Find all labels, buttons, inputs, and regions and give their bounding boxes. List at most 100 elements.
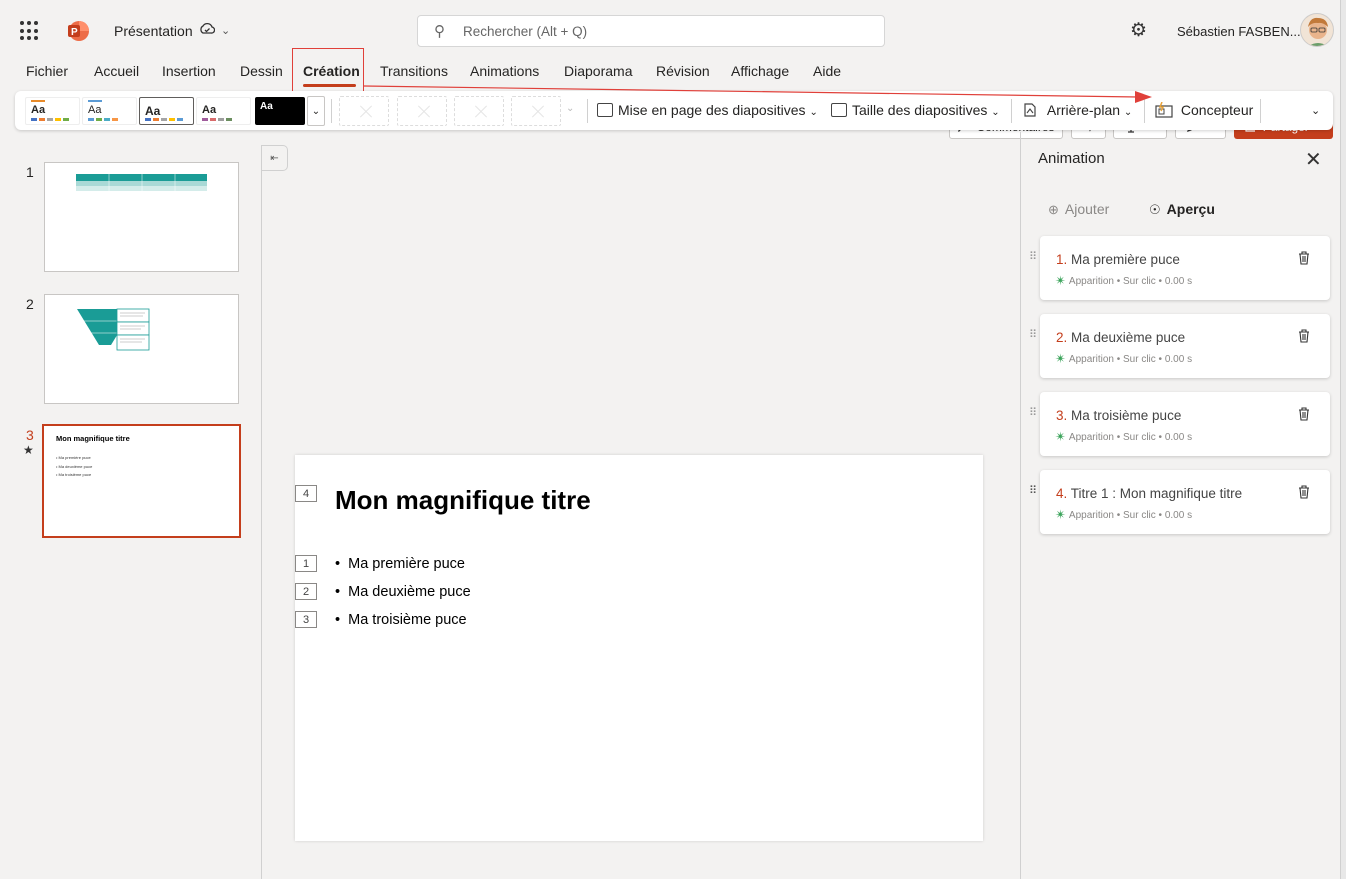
drag-handle-icon[interactable]: ⠿ [1029, 486, 1037, 497]
slide-canvas[interactable]: 4 Mon magnifique titre 1 • Ma première p… [295, 455, 983, 841]
user-name[interactable]: Sébastien FASBEN... [1177, 24, 1301, 39]
thumbnail-number: 2 [26, 296, 34, 312]
divider [1260, 99, 1261, 123]
preview-button[interactable]: ☉ Aperçu [1149, 201, 1215, 218]
avatar[interactable] [1300, 13, 1334, 47]
animation-meta: ✴ Apparition • Sur clic • 0.00 s [1055, 429, 1193, 444]
tab-affichage[interactable]: Affichage [731, 63, 789, 79]
slide-thumbnails: 1 2 3 ★ Mon magnifique titre • Ma premiè… [0, 132, 262, 879]
themes-more-button[interactable]: ⌄ [307, 96, 325, 126]
tab-fichier[interactable]: Fichier [26, 63, 68, 79]
slide-layout-button[interactable]: Mise en page des diapositives ⌄ [597, 102, 818, 118]
animation-card[interactable]: ⠿ 3. Ma troisième puce ✴ Apparition • Sur… [1029, 392, 1330, 456]
slide-thumbnail-3[interactable]: Mon magnifique titre • Ma première puce … [42, 424, 241, 538]
tab-dessin[interactable]: Dessin [240, 63, 283, 79]
designer-button[interactable]: Concepteur [1155, 101, 1254, 118]
delete-icon[interactable] [1298, 407, 1310, 421]
chevron-down-icon: ⌄ [809, 107, 818, 118]
tab-transitions[interactable]: Transitions [380, 63, 448, 79]
appear-effect-icon: ✴ [1055, 507, 1066, 522]
designer-icon [1155, 101, 1177, 118]
thumbnail-title: Mon magnifique titre [56, 434, 130, 443]
app-launcher-icon[interactable] [20, 21, 40, 41]
divider [1011, 99, 1012, 123]
theme-option[interactable]: Aa [196, 97, 251, 125]
thumbnail-bullets: • Ma première puce • Ma deuxième puce • … [56, 455, 93, 477]
table-graphic [76, 174, 207, 191]
theme-option[interactable]: Aa [25, 97, 80, 125]
divider [587, 99, 588, 123]
design-variant-slot [454, 96, 504, 126]
close-icon[interactable]: ✕ [1305, 147, 1322, 172]
chevron-down-icon: ⌄ [566, 103, 575, 114]
tab-aide[interactable]: Aide [813, 63, 841, 79]
tab-diaporama[interactable]: Diaporama [564, 63, 632, 79]
theme-option-selected[interactable]: Aa [139, 97, 194, 125]
animation-card[interactable]: ⠿ 1. Ma première puce ✴ Apparition • Sur … [1029, 236, 1330, 300]
animation-card[interactable]: ⠿ 4. Titre 1 : Mon magnifique titre ✴ App… [1029, 470, 1330, 534]
appear-effect-icon: ✴ [1055, 429, 1066, 444]
theme-label: Aa [260, 101, 273, 112]
slide-thumbnail-2[interactable] [44, 294, 239, 404]
search-icon: ⚲ [434, 23, 445, 40]
thumbnail-number: 1 [26, 164, 34, 180]
animation-label: 1. Ma première puce [1056, 252, 1180, 267]
design-variant-slot [339, 96, 389, 126]
add-circle-icon: ⊕ [1048, 202, 1059, 217]
powerpoint-logo-icon: P [68, 21, 89, 41]
theme-option[interactable]: Aa [255, 97, 305, 125]
divider [1144, 99, 1145, 123]
animation-order-tag[interactable]: 1 [295, 555, 317, 572]
tab-accueil[interactable]: Accueil [94, 63, 139, 79]
delete-icon[interactable] [1298, 251, 1310, 265]
document-title[interactable]: Présentation [114, 23, 193, 39]
chevron-down-icon: ⌄ [1123, 107, 1133, 118]
drag-handle-icon[interactable]: ⠿ [1029, 330, 1037, 341]
collapse-icon: ⇤ [270, 152, 279, 164]
tab-insertion[interactable]: Insertion [162, 63, 216, 79]
delete-icon[interactable] [1298, 485, 1310, 499]
tab-animations[interactable]: Animations [470, 63, 539, 79]
animation-order-tag[interactable]: 2 [295, 583, 317, 600]
animation-order-tag[interactable]: 3 [295, 611, 317, 628]
animation-label: 4. Titre 1 : Mon magnifique titre [1056, 486, 1243, 501]
theme-option[interactable]: Aa [82, 97, 137, 125]
slide-bullet[interactable]: • Ma deuxième puce [335, 584, 471, 600]
ribbon-expand-chevron-icon[interactable]: ⌄ [1311, 104, 1320, 117]
slide-bullet[interactable]: • Ma troisième puce [335, 612, 467, 628]
menu-bar: Fichier Accueil Insertion Dessin Créatio… [0, 56, 1346, 139]
collapse-pane-button[interactable]: ⇤ [262, 145, 288, 171]
slide-title[interactable]: Mon magnifique titre [335, 485, 591, 516]
animation-meta: ✴ Apparition • Sur clic • 0.00 s [1055, 507, 1193, 522]
slide-size-label: Taille des diapositives [852, 102, 988, 118]
delete-icon[interactable] [1298, 329, 1310, 343]
chevron-down-icon: ⌄ [311, 105, 321, 117]
slide-size-button[interactable]: Taille des diapositives ⌄ [831, 102, 1000, 118]
theme-label: Aa [202, 104, 217, 116]
drag-handle-icon[interactable]: ⠿ [1029, 408, 1037, 419]
animation-order-tag[interactable]: 4 [295, 485, 317, 502]
background-label: Arrière-plan [1046, 102, 1121, 118]
search-box[interactable]: ⚲ Rechercher (Alt + Q) [417, 15, 885, 47]
tab-revision[interactable]: Révision [656, 63, 710, 79]
appear-effect-icon: ✴ [1055, 273, 1066, 288]
designer-label: Concepteur [1180, 102, 1254, 118]
animation-star-icon: ★ [23, 443, 34, 457]
slide-thumbnail-1[interactable] [44, 162, 239, 272]
saved-status-icon[interactable] [199, 22, 216, 39]
animation-label: 2. Ma deuxième puce [1056, 330, 1186, 345]
add-animation-button[interactable]: ⊕ Ajouter [1048, 201, 1109, 218]
theme-label: Aa [88, 104, 102, 116]
animation-card[interactable]: ⠿ 2. Ma deuxième puce ✴ Apparition • Sur … [1029, 314, 1330, 378]
slide-layout-label: Mise en page des diapositives [618, 102, 806, 118]
layout-icon [597, 103, 613, 117]
title-bar: P Présentation ⌄ ⚲ Rechercher (Alt + Q) … [0, 0, 1346, 56]
search-input[interactable]: Rechercher (Alt + Q) [463, 24, 587, 39]
gear-icon[interactable]: ⚙ [1130, 19, 1147, 42]
drag-handle-icon[interactable]: ⠿ [1029, 252, 1037, 263]
design-variant-slot [397, 96, 447, 126]
background-button[interactable]: Arrière-plan ⌄ [1022, 102, 1132, 118]
chevron-down-icon[interactable]: ⌄ [221, 24, 230, 37]
slide-bullet[interactable]: • Ma première puce [335, 556, 465, 572]
thumbnail-number: 3 [26, 427, 34, 443]
